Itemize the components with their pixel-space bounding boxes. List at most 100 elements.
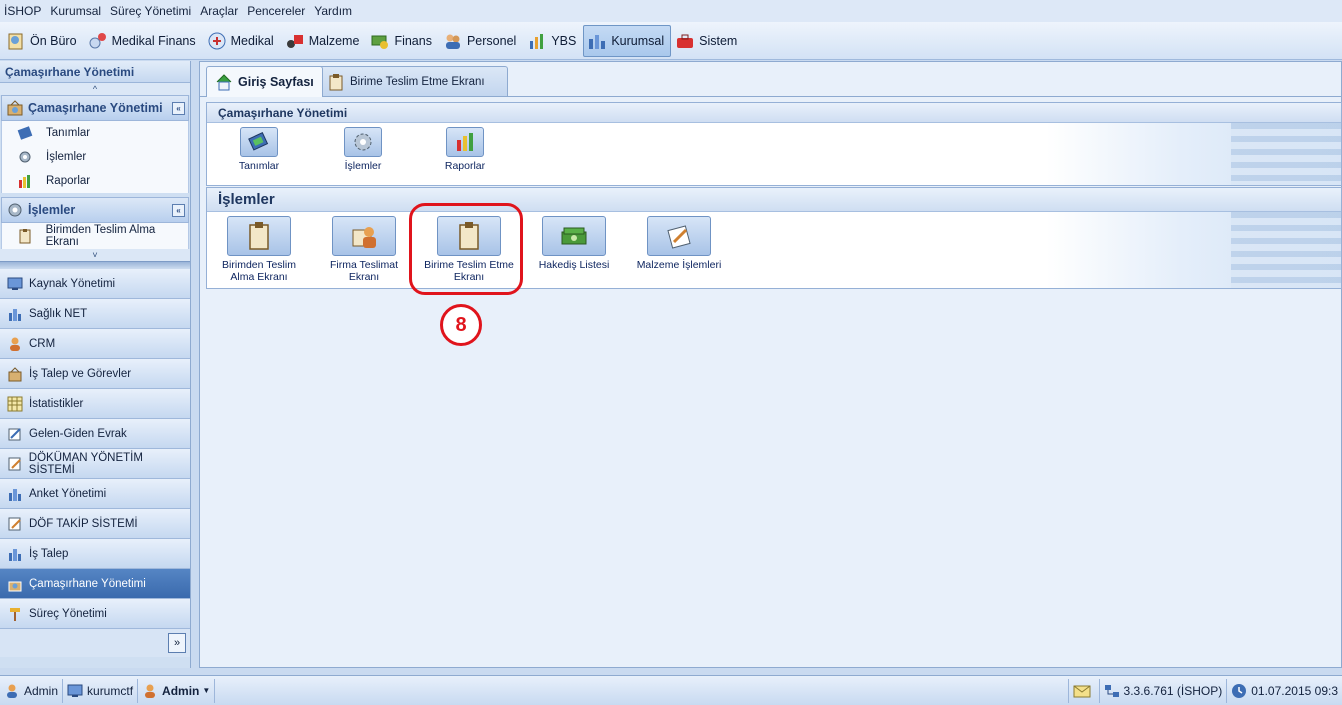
document-pencil-icon xyxy=(667,225,691,249)
tile-firma-teslimat[interactable]: Firma Teslimat Ekranı xyxy=(324,216,404,283)
nav-anket-yonetimi[interactable]: Anket Yönetimi xyxy=(0,479,190,509)
personnel-icon xyxy=(442,30,464,52)
module-finans-button[interactable]: Finans xyxy=(366,25,439,57)
module-personel-button[interactable]: Personel xyxy=(439,25,523,57)
nav-surec-yonetimi[interactable]: Süreç Yönetimi xyxy=(0,599,190,629)
envelope-icon xyxy=(1073,685,1091,697)
module-malzeme-button[interactable]: Malzeme xyxy=(281,25,367,57)
building-background-image xyxy=(1231,212,1341,288)
collapse-group-islemler-button[interactable]: « xyxy=(172,203,185,217)
admin-user-icon xyxy=(145,684,156,698)
panel-camasirhane-title: Çamaşırhane Yönetimi xyxy=(207,103,1341,123)
tile-tanimlar[interactable]: Tanımlar xyxy=(239,127,279,172)
tile-raporlar-button[interactable] xyxy=(446,127,484,157)
tab-giris-sayfasi[interactable]: Giriş Sayfası xyxy=(206,66,323,97)
nav-istatistikler[interactable]: İstatistikler xyxy=(0,389,190,419)
panel-splitter[interactable] xyxy=(0,261,190,269)
clock-icon xyxy=(1232,683,1247,698)
menu-pencereler[interactable]: Pencereler xyxy=(245,4,312,18)
status-messages[interactable] xyxy=(1067,678,1099,703)
panel-islemler-title: İşlemler xyxy=(207,188,1341,212)
person-icon xyxy=(10,337,20,351)
nav-gelen-giden-evrak[interactable]: Gelen-Giden Evrak xyxy=(0,419,190,449)
tab-birime-teslim-etme[interactable]: Birime Teslim Etme Ekranı xyxy=(318,66,508,96)
task-hand-icon xyxy=(8,366,22,381)
medical-finance-icon xyxy=(87,30,109,52)
company-delivery-icon xyxy=(352,227,376,248)
status-user[interactable]: Admin xyxy=(0,678,64,703)
group-islemler-header[interactable]: İşlemler « xyxy=(1,197,189,223)
menu-araclar[interactable]: Araçlar xyxy=(198,4,245,18)
tile-islemler-button[interactable] xyxy=(344,127,382,157)
reports-chart-icon xyxy=(457,133,473,151)
status-machine[interactable]: kurumctf xyxy=(63,678,139,703)
tile-islemler[interactable]: İşlemler xyxy=(343,127,383,172)
menu-kurumsal[interactable]: Kurumsal xyxy=(48,4,108,18)
scroll-down-button[interactable]: ˅ xyxy=(0,249,190,261)
module-sistem-button[interactable]: Sistem xyxy=(671,25,744,57)
gears-icon xyxy=(8,203,22,217)
corporate-icon xyxy=(586,30,608,52)
main-content: Giriş Sayfası Birime Teslim Etme Ekranı … xyxy=(199,61,1342,668)
group-camasirhane-body: Tanımlar İşlemler Raporlar xyxy=(1,121,189,193)
nav-dof-takip-sistemi[interactable]: DÖF TAKİP SİSTEMİ xyxy=(0,509,190,539)
left-navigation-panel: Çamaşırhane Yönetimi ^ Çamaşırhane Yönet… xyxy=(0,61,191,668)
tile-firma-teslimat-button[interactable] xyxy=(332,216,396,256)
building-background-image xyxy=(1231,123,1341,185)
tile-hakedis-listesi-button[interactable] xyxy=(542,216,606,256)
nav-expander: » xyxy=(0,629,190,657)
sidebar-title: Çamaşırhane Yönetimi xyxy=(0,61,190,83)
nav-saglik-net[interactable]: Sağlık NET xyxy=(0,299,190,329)
module-medikal-finans-button[interactable]: Medikal Finans xyxy=(84,25,203,57)
menu-yardim[interactable]: Yardım xyxy=(312,4,359,18)
status-right-group: 3.3.6.761 (İSHOP) 01.07.2015 09:3 xyxy=(1067,678,1342,703)
menu-surec-yonetimi[interactable]: Süreç Yönetimi xyxy=(108,4,198,18)
tile-malzeme-islemleri[interactable]: Malzeme İşlemleri xyxy=(629,216,729,271)
sidebar-item-tanimlar[interactable]: Tanımlar xyxy=(2,121,188,145)
nav-camasirhane-yonetimi[interactable]: Çamaşırhane Yönetimi xyxy=(0,569,190,599)
nav-crm[interactable]: CRM xyxy=(0,329,190,359)
module-on-buro-button[interactable]: Ön Büro xyxy=(2,25,84,57)
tile-tanimlar-button[interactable] xyxy=(240,127,278,157)
material-icon xyxy=(284,30,306,52)
money-stack-icon xyxy=(561,227,587,245)
document-edit-icon xyxy=(8,457,21,470)
expand-nav-button[interactable]: » xyxy=(168,633,186,653)
medical-icon xyxy=(206,30,228,52)
group-islemler-title: İşlemler xyxy=(28,203,76,217)
module-medikal-button[interactable]: Medikal xyxy=(203,25,281,57)
sidebar-item-islemler[interactable]: İşlemler xyxy=(2,145,188,169)
nav-list: Kaynak Yönetimi Sağlık NET CRM İş Talep … xyxy=(0,269,190,629)
panel-islemler: İşlemler Birimden Teslim Alma Ekranı Fir… xyxy=(206,187,1342,289)
status-role-dropdown[interactable]: Admin ▼ xyxy=(138,678,216,703)
scroll-up-button[interactable]: ^ xyxy=(0,83,190,95)
clipboard-icon xyxy=(249,222,269,250)
group-camasirhane-title: Çamaşırhane Yönetimi xyxy=(28,101,163,115)
nav-dokuman-yonetim-sistemi[interactable]: DÖKÜMAN YÖNETİM SİSTEMİ xyxy=(0,449,190,479)
gears-icon xyxy=(354,133,372,151)
module-kurumsal-button[interactable]: Kurumsal xyxy=(583,24,672,57)
building-chart-icon xyxy=(9,308,21,321)
nav-is-talep-ve-gorevler[interactable]: İş Talep ve Görevler xyxy=(0,359,190,389)
sidebar-item-raporlar[interactable]: Raporlar xyxy=(2,169,188,193)
annotation-step-badge: 8 xyxy=(440,304,482,346)
annotation-highlight-frame xyxy=(409,203,523,295)
group-islemler-body: Birimden Teslim Alma Ekranı xyxy=(1,223,189,249)
resource-monitor-icon xyxy=(7,277,23,290)
group-camasirhane-header[interactable]: Çamaşırhane Yönetimi « xyxy=(1,95,189,121)
tile-malzeme-islemleri-button[interactable] xyxy=(647,216,711,256)
menu-ishop[interactable]: İSHOP xyxy=(2,4,48,18)
front-office-icon xyxy=(5,30,27,52)
tile-hakedis-listesi[interactable]: Hakediş Listesi xyxy=(534,216,614,271)
collapse-group-camasirhane-button[interactable]: « xyxy=(172,101,185,115)
document-pen-icon xyxy=(8,427,21,440)
sidebar-item-birimden-teslim-alma[interactable]: Birimden Teslim Alma Ekranı xyxy=(2,223,188,249)
tile-birimden-teslim-alma-button[interactable] xyxy=(227,216,291,256)
tile-raporlar[interactable]: Raporlar xyxy=(445,127,485,172)
nav-is-talep[interactable]: İş Talep xyxy=(0,539,190,569)
tile-birimden-teslim-alma[interactable]: Birimden Teslim Alma Ekranı xyxy=(219,216,299,283)
module-ybs-button[interactable]: YBS xyxy=(523,25,583,57)
status-bar: Admin kurumctf Admin ▼ 3.3.6.761 (İSHOP)… xyxy=(0,675,1342,705)
menu-bar: İSHOP Kurumsal Süreç Yönetimi Araçlar Pe… xyxy=(0,0,1342,22)
nav-kaynak-yonetimi[interactable]: Kaynak Yönetimi xyxy=(0,269,190,299)
